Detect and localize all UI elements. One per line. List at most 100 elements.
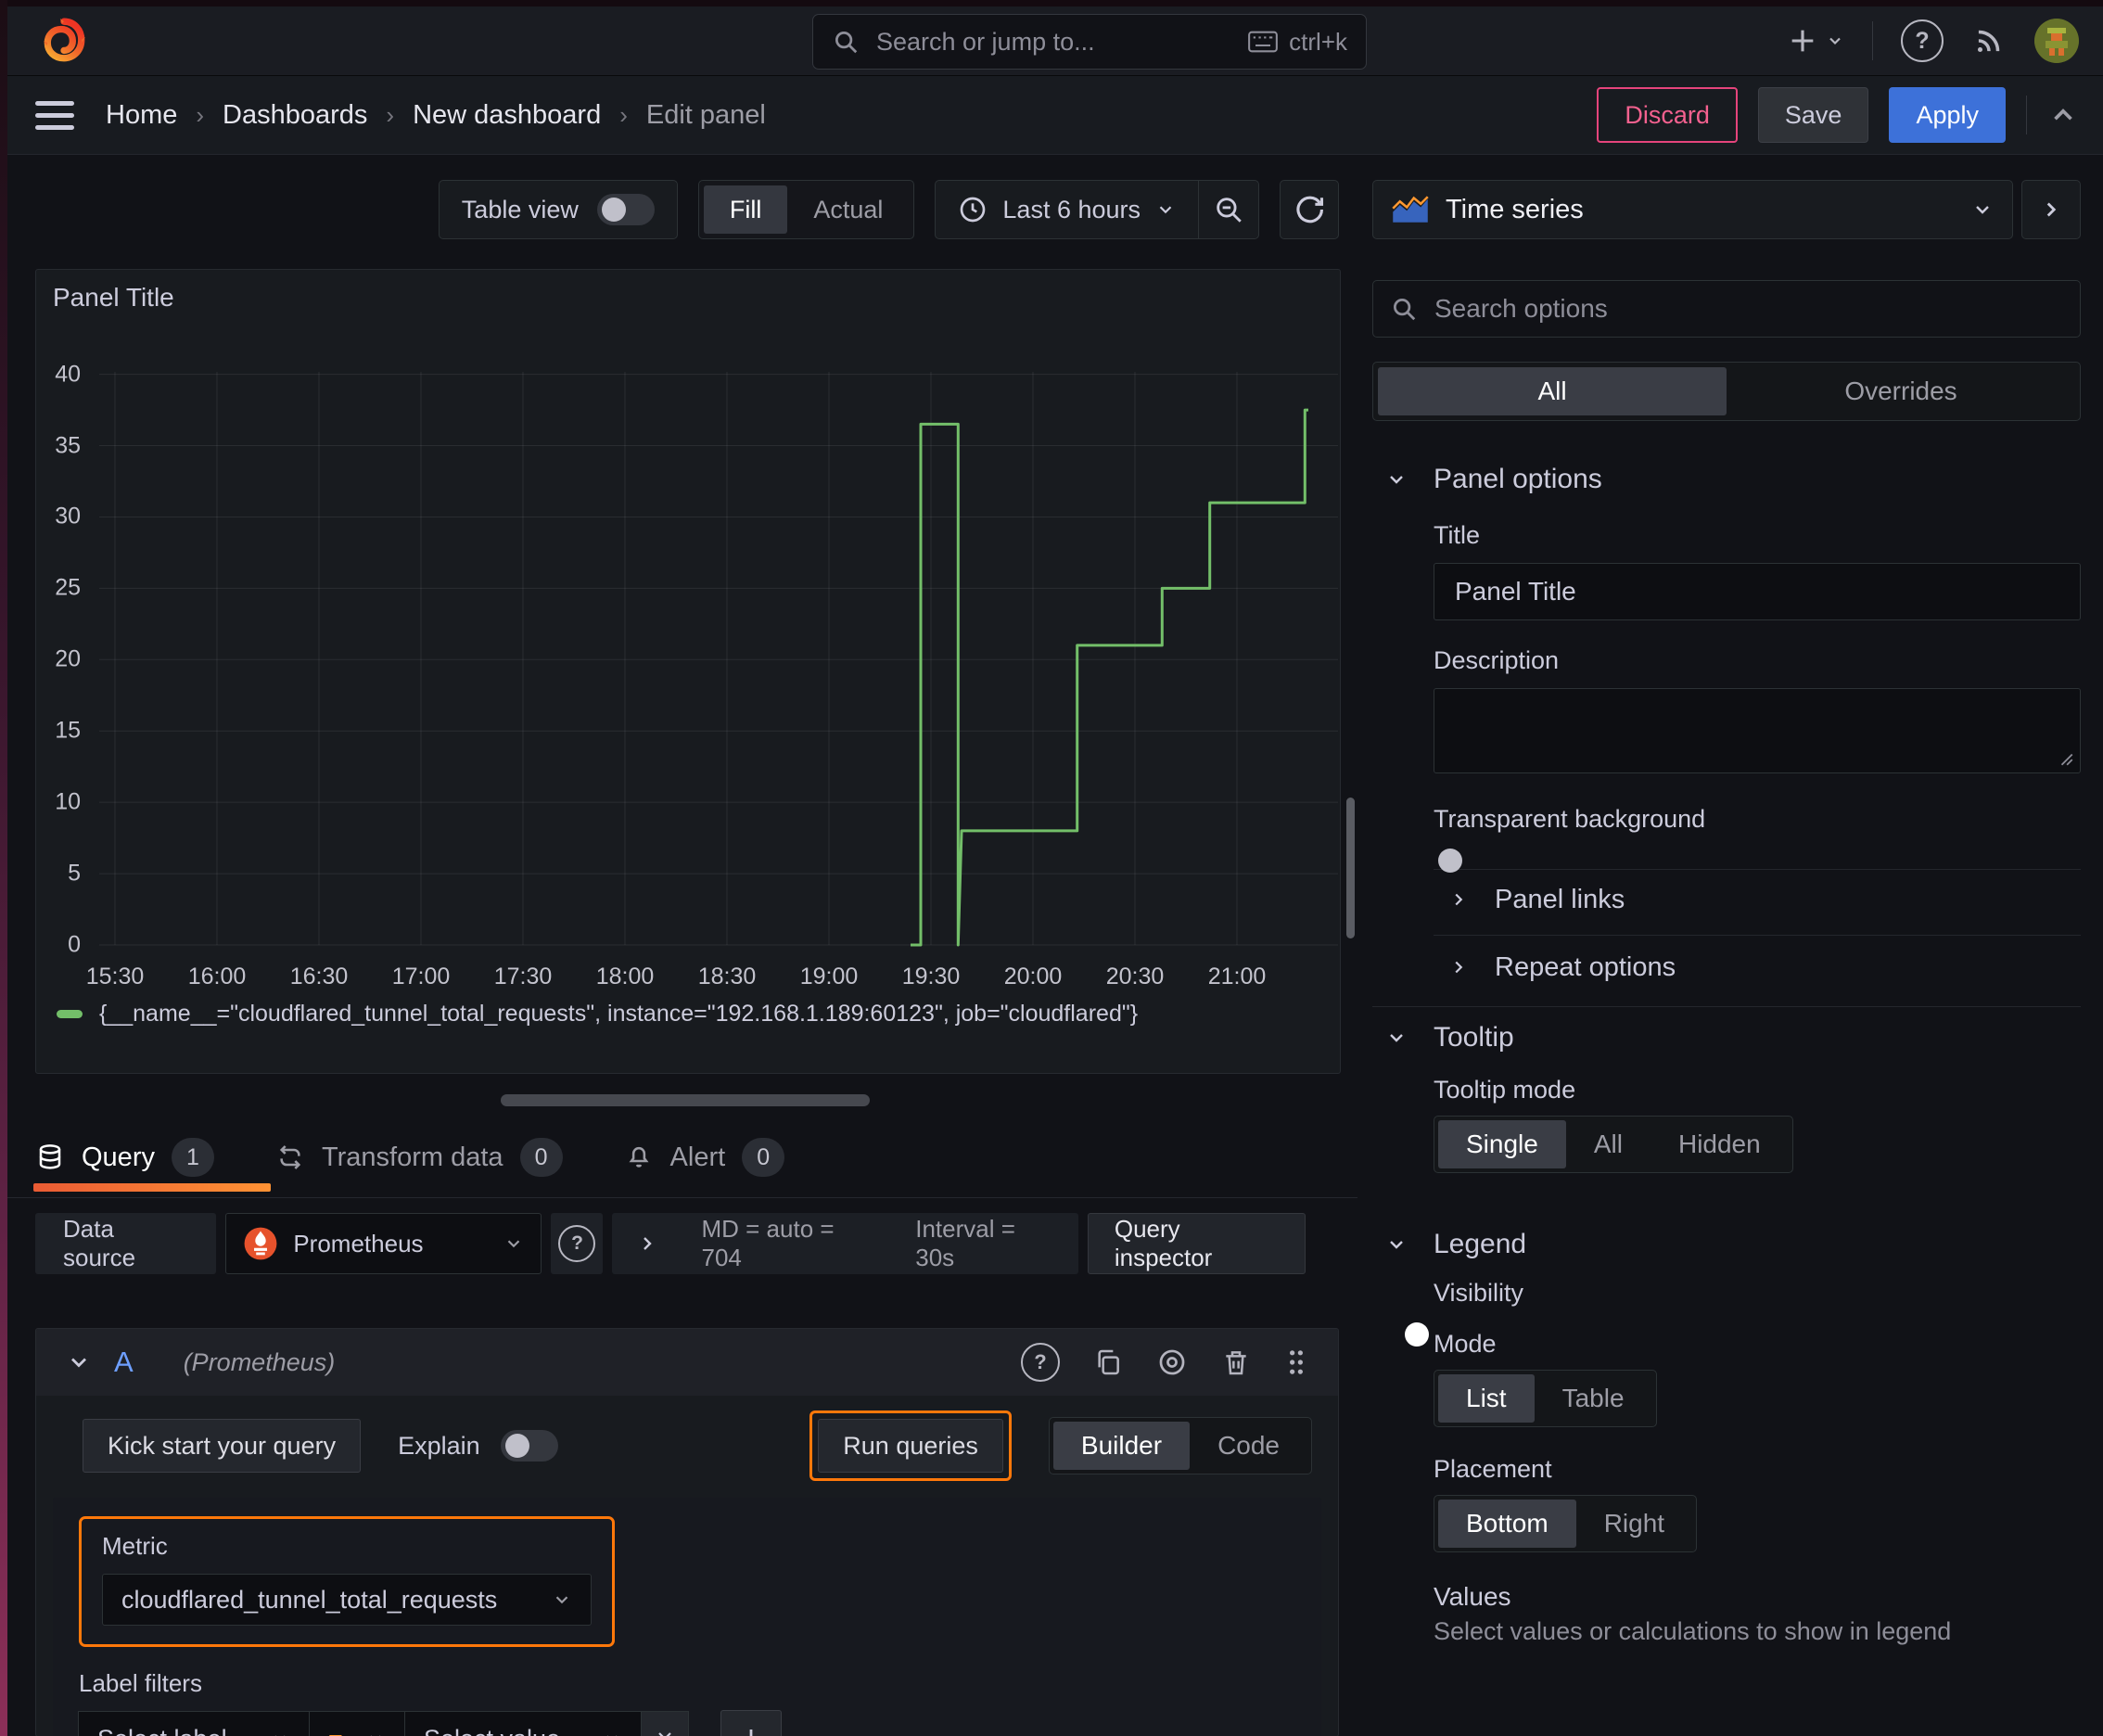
chevron-right-icon	[1448, 957, 1469, 977]
tab-query[interactable]: Query 1	[33, 1117, 271, 1197]
search-input[interactable]	[874, 26, 1234, 57]
search-icon	[832, 28, 860, 56]
repeat-options-label: Repeat options	[1495, 951, 1676, 982]
x-tick-label: 16:00	[187, 964, 247, 989]
query-help-icon[interactable]: ?	[1021, 1343, 1060, 1382]
legend-title: Legend	[1434, 1229, 1527, 1259]
legend-placement-bottom[interactable]: Bottom	[1438, 1500, 1576, 1548]
time-range-button[interactable]: Last 6 hours	[936, 195, 1198, 224]
add-filter-button[interactable]	[720, 1710, 782, 1736]
metric-label: Metric	[102, 1532, 168, 1560]
news-icon[interactable]	[1971, 23, 2007, 58]
x-tick-label: 20:00	[1003, 964, 1063, 989]
query-datasource-hint: (Prometheus)	[183, 1347, 336, 1376]
chevron-down-icon	[1155, 199, 1176, 220]
user-avatar[interactable]	[2034, 19, 2079, 63]
actual-option[interactable]: Actual	[787, 185, 909, 234]
options-tabs: All Overrides	[1372, 362, 2081, 421]
timeseries-plot[interactable]	[99, 363, 1338, 965]
bell-icon	[624, 1142, 654, 1172]
select-value-dropdown[interactable]: Select value	[404, 1711, 642, 1736]
visualization-picker[interactable]: Time series	[1372, 180, 2013, 239]
legend-mode-table[interactable]: Table	[1535, 1374, 1652, 1423]
legend-mode-list[interactable]: List	[1438, 1374, 1535, 1423]
query-options-summary[interactable]: MD = auto = 704 Interval = 30s	[612, 1213, 1078, 1274]
chevron-up-icon[interactable]	[2047, 99, 2079, 131]
operator-dropdown[interactable]: =	[309, 1711, 405, 1736]
x-tick-label: 15:30	[85, 964, 145, 989]
tab-query-count: 1	[171, 1138, 214, 1177]
save-button[interactable]: Save	[1757, 87, 1869, 143]
description-textarea[interactable]	[1434, 688, 2081, 773]
legend-header[interactable]: Legend	[1372, 1229, 2081, 1260]
query-row-header[interactable]: A (Prometheus) ?	[36, 1329, 1338, 1396]
panel-options-header[interactable]: Panel options	[1372, 464, 2081, 495]
plot-area[interactable]	[99, 363, 1338, 965]
label-filters-label: Label filters	[79, 1669, 202, 1697]
new-menu-button[interactable]	[1787, 25, 1844, 57]
resize-handle-icon[interactable]	[2058, 750, 2074, 767]
menu-icon[interactable]	[35, 100, 74, 130]
options-search-input[interactable]	[1433, 293, 2063, 325]
help-icon[interactable]: ?	[1901, 19, 1944, 62]
grafana-logo-icon[interactable]	[41, 18, 87, 64]
kickstart-button[interactable]: Kick start your query	[83, 1419, 362, 1473]
breadcrumb-home[interactable]: Home	[106, 100, 177, 131]
chart-legend[interactable]: {__name__="cloudflared_tunnel_total_requ…	[57, 1001, 1138, 1028]
datasource-picker[interactable]: Prometheus	[225, 1213, 542, 1274]
fill-option[interactable]: Fill	[703, 185, 788, 234]
pane-resize-handle[interactable]	[501, 1094, 870, 1106]
tooltip-mode-single[interactable]: Single	[1438, 1120, 1566, 1168]
tab-overrides[interactable]: Overrides	[1727, 367, 2075, 415]
repeat-options-section[interactable]: Repeat options	[1434, 949, 2081, 986]
drag-grip-icon[interactable]	[1284, 1347, 1308, 1377]
builder-option[interactable]: Builder	[1052, 1422, 1191, 1470]
discard-button[interactable]: Discard	[1597, 87, 1738, 143]
select-value-placeholder: Select value	[424, 1725, 560, 1736]
tooltip-mode-hidden[interactable]: Hidden	[1651, 1120, 1789, 1168]
y-tick-label: 25	[55, 574, 81, 601]
breadcrumb-dashboards[interactable]: Dashboards	[223, 100, 367, 131]
code-option[interactable]: Code	[1190, 1422, 1307, 1470]
tab-all[interactable]: All	[1378, 367, 1727, 415]
global-search[interactable]: ctrl+k	[812, 14, 1367, 70]
scrollbar[interactable]	[1346, 798, 1355, 938]
panel-toolbar: Table view Fill Actual Last 6 hours	[35, 180, 1339, 239]
eye-icon[interactable]	[1156, 1347, 1188, 1378]
legend-series-name[interactable]: {__name__="cloudflared_tunnel_total_requ…	[99, 1001, 1138, 1028]
help-icon: ?	[558, 1225, 596, 1262]
apply-button[interactable]: Apply	[1889, 87, 2006, 143]
collapse-options-button[interactable]	[2021, 180, 2081, 239]
tab-alert[interactable]: Alert 0	[624, 1117, 785, 1197]
table-view-toggle[interactable]	[596, 194, 655, 225]
max-data-points-summary: MD = auto = 704	[701, 1215, 835, 1271]
refresh-button[interactable]	[1280, 180, 1339, 239]
datasource-help-button[interactable]: ?	[551, 1213, 604, 1274]
tooltip-header[interactable]: Tooltip	[1372, 1022, 2081, 1053]
breadcrumb-new-dashboard[interactable]: New dashboard	[413, 100, 601, 131]
remove-filter-button[interactable]	[641, 1711, 689, 1736]
run-queries-button[interactable]: Run queries	[818, 1419, 1003, 1473]
select-label-dropdown[interactable]: Select label	[78, 1711, 310, 1736]
datasource-name: Prometheus	[293, 1229, 424, 1257]
x-tick-label: 17:00	[391, 964, 451, 989]
metric-select[interactable]: cloudflared_tunnel_total_requests	[102, 1574, 592, 1626]
zoom-out-icon[interactable]	[1198, 181, 1258, 238]
legend-visibility-label: Visibility	[1434, 1279, 1524, 1307]
builder-code-group: Builder Code	[1048, 1417, 1312, 1474]
tab-transform-data[interactable]: Transform data 0	[275, 1117, 563, 1197]
divider	[7, 1197, 1357, 1198]
tooltip-mode-all[interactable]: All	[1566, 1120, 1651, 1168]
copy-icon[interactable]	[1093, 1347, 1123, 1377]
explain-toggle[interactable]	[500, 1430, 558, 1462]
legend-placement-right[interactable]: Right	[1576, 1500, 1692, 1548]
panel-title-input[interactable]	[1434, 563, 2081, 620]
options-search[interactable]	[1372, 280, 2081, 338]
trash-icon[interactable]	[1221, 1347, 1251, 1377]
y-tick-label: 40	[55, 361, 81, 388]
panel-links-section[interactable]: Panel links	[1434, 881, 2081, 918]
chevron-down-icon[interactable]	[66, 1349, 92, 1375]
legend-series-marker	[57, 1010, 83, 1018]
x-tick-label: 19:30	[901, 964, 961, 989]
query-inspector-button[interactable]: Query inspector	[1087, 1213, 1306, 1274]
